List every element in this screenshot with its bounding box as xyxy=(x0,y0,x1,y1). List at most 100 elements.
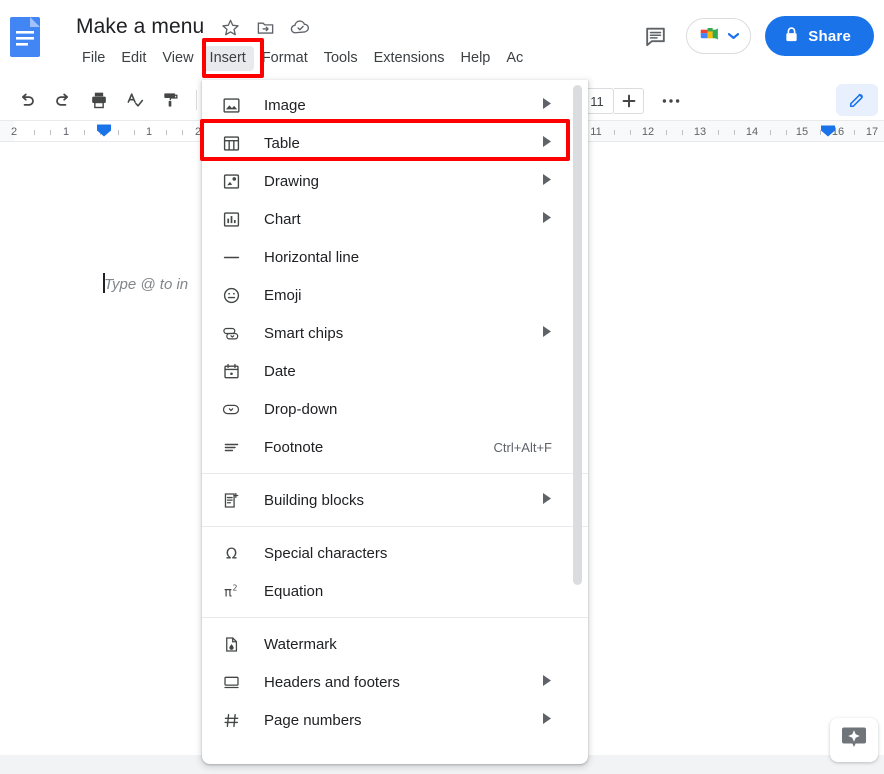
emoji-icon xyxy=(220,284,242,306)
ruler-tick-label: 14 xyxy=(745,126,759,138)
indent-marker-icon[interactable] xyxy=(96,124,111,138)
menu-option-label: Image xyxy=(264,96,306,114)
menu-option-chart[interactable]: Chart xyxy=(202,200,588,238)
submenu-arrow-icon xyxy=(543,134,552,152)
paint-format-icon[interactable] xyxy=(156,85,186,115)
submenu-arrow-icon xyxy=(543,172,552,190)
menu-option-label: Page numbers xyxy=(264,711,362,729)
ruler-tick-label: 2 xyxy=(194,126,202,138)
submenu-arrow-icon xyxy=(543,210,552,228)
menu-item-file[interactable]: File xyxy=(74,46,113,71)
table-icon xyxy=(220,132,242,154)
google-meet-button[interactable] xyxy=(686,18,752,54)
ai-assistant-button[interactable] xyxy=(830,718,878,762)
page-title[interactable]: Make a menu xyxy=(76,15,204,39)
chevron-down-icon xyxy=(728,27,740,45)
svg-text:π: π xyxy=(224,585,232,600)
svg-text:2: 2 xyxy=(232,583,237,592)
document-title-row: Make a menu xyxy=(76,12,311,42)
menu-option-label: Drawing xyxy=(264,172,320,190)
drawing-icon xyxy=(220,170,242,192)
drop-down-icon xyxy=(220,398,242,420)
menu-option-label: Date xyxy=(264,362,296,380)
ruler-tick-label: 15 xyxy=(795,126,809,138)
undo-icon[interactable] xyxy=(12,85,42,115)
equation-icon: π 2 xyxy=(220,580,242,602)
menu-option-label: Footnote xyxy=(264,438,324,456)
menu-option-headers-and-footers[interactable]: Headers and footers xyxy=(202,663,588,701)
menu-option-label: Emoji xyxy=(264,286,302,304)
menu-divider xyxy=(202,473,588,474)
headers-footers-icon xyxy=(220,671,242,693)
submenu-arrow-icon xyxy=(543,673,552,691)
menu-scrollbar[interactable] xyxy=(573,85,582,585)
menu-option-label: Chart xyxy=(264,210,301,228)
ruler-tick-label: 17 xyxy=(865,126,879,138)
ruler-tick-label: 11 xyxy=(590,126,602,138)
menu-option-footnote[interactable]: Footnote Ctrl+Alt+F xyxy=(202,428,588,466)
menu-option-label: Drop-down xyxy=(264,400,338,418)
menu-option-horizontal-line[interactable]: Horizontal line xyxy=(202,238,588,276)
right-indent-marker-icon[interactable] xyxy=(820,124,835,138)
menu-option-label: Building blocks xyxy=(264,491,365,509)
move-to-folder-icon[interactable] xyxy=(255,17,276,38)
menu-divider xyxy=(202,617,588,618)
menu-item-extensions[interactable]: Extensions xyxy=(366,46,453,71)
menu-option-special-characters[interactable]: Ω Special characters xyxy=(202,534,588,572)
submenu-arrow-icon xyxy=(543,96,552,114)
share-button-label: Share xyxy=(808,27,851,45)
menu-option-drawing[interactable]: Drawing xyxy=(202,162,588,200)
menu-option-smart-chips[interactable]: Smart chips xyxy=(202,314,588,352)
google-docs-window: Make a menu File Edit View Insert Format… xyxy=(0,0,884,774)
toolbar-divider xyxy=(196,90,197,110)
gemini-sparkle-icon xyxy=(840,724,868,757)
building-blocks-icon xyxy=(220,489,242,511)
footnote-icon xyxy=(220,436,242,458)
smart-chips-icon xyxy=(220,322,242,344)
menu-item-insert[interactable]: Insert xyxy=(201,45,254,71)
menu-item-accessibility[interactable]: Ac xyxy=(498,46,531,71)
chart-icon xyxy=(220,208,242,230)
insert-dropdown-menu[interactable]: Image Table Drawing Chart Horizontal lin… xyxy=(202,80,588,764)
menu-option-shortcut: Ctrl+Alt+F xyxy=(493,439,552,455)
edit-mode-pencil-icon[interactable] xyxy=(836,84,878,116)
menu-item-view[interactable]: View xyxy=(154,46,201,71)
print-icon[interactable] xyxy=(84,85,114,115)
menu-item-tools[interactable]: Tools xyxy=(316,46,366,71)
menu-option-label: Watermark xyxy=(264,635,337,653)
menu-option-label: Smart chips xyxy=(264,324,344,342)
menu-item-help[interactable]: Help xyxy=(453,46,499,71)
lock-icon xyxy=(784,26,799,47)
cloud-saved-icon[interactable] xyxy=(290,17,311,38)
horizontal-line-icon xyxy=(220,246,242,268)
docs-icon[interactable] xyxy=(10,17,40,57)
spelling-check-icon[interactable] xyxy=(120,85,150,115)
more-options-icon[interactable] xyxy=(656,86,686,116)
menu-option-date[interactable]: Date xyxy=(202,352,588,390)
document-placeholder-text: Type @ to in xyxy=(104,276,189,293)
menu-item-format[interactable]: Format xyxy=(254,46,316,71)
redo-icon[interactable] xyxy=(48,85,78,115)
menu-option-image[interactable]: Image xyxy=(202,86,588,124)
menu-option-page-numbers[interactable]: Page numbers xyxy=(202,701,588,739)
menu-option-emoji[interactable]: Emoji xyxy=(202,276,588,314)
menu-option-label: Special characters xyxy=(264,544,388,562)
share-button[interactable]: Share xyxy=(765,16,874,56)
menu-option-building-blocks[interactable]: Building blocks xyxy=(202,481,588,519)
menu-option-table[interactable]: Table xyxy=(202,124,588,162)
menu-item-edit[interactable]: Edit xyxy=(113,46,154,71)
comment-history-icon[interactable] xyxy=(638,19,672,53)
svg-text:Ω: Ω xyxy=(225,545,236,562)
google-meet-icon xyxy=(699,24,723,49)
date-icon xyxy=(220,360,242,382)
menu-option-drop-down[interactable]: Drop-down xyxy=(202,390,588,428)
menu-option-equation[interactable]: π 2 Equation xyxy=(202,572,588,610)
menu-option-watermark[interactable]: Watermark xyxy=(202,625,588,663)
header-actions: Share xyxy=(638,8,874,64)
star-icon[interactable] xyxy=(220,17,241,38)
ruler-tick-label: 1 xyxy=(62,126,70,138)
plus-icon[interactable] xyxy=(614,88,644,114)
menu-divider xyxy=(202,526,588,527)
page-numbers-icon xyxy=(220,709,242,731)
menu-bar: File Edit View Insert Format Tools Exten… xyxy=(74,45,531,71)
